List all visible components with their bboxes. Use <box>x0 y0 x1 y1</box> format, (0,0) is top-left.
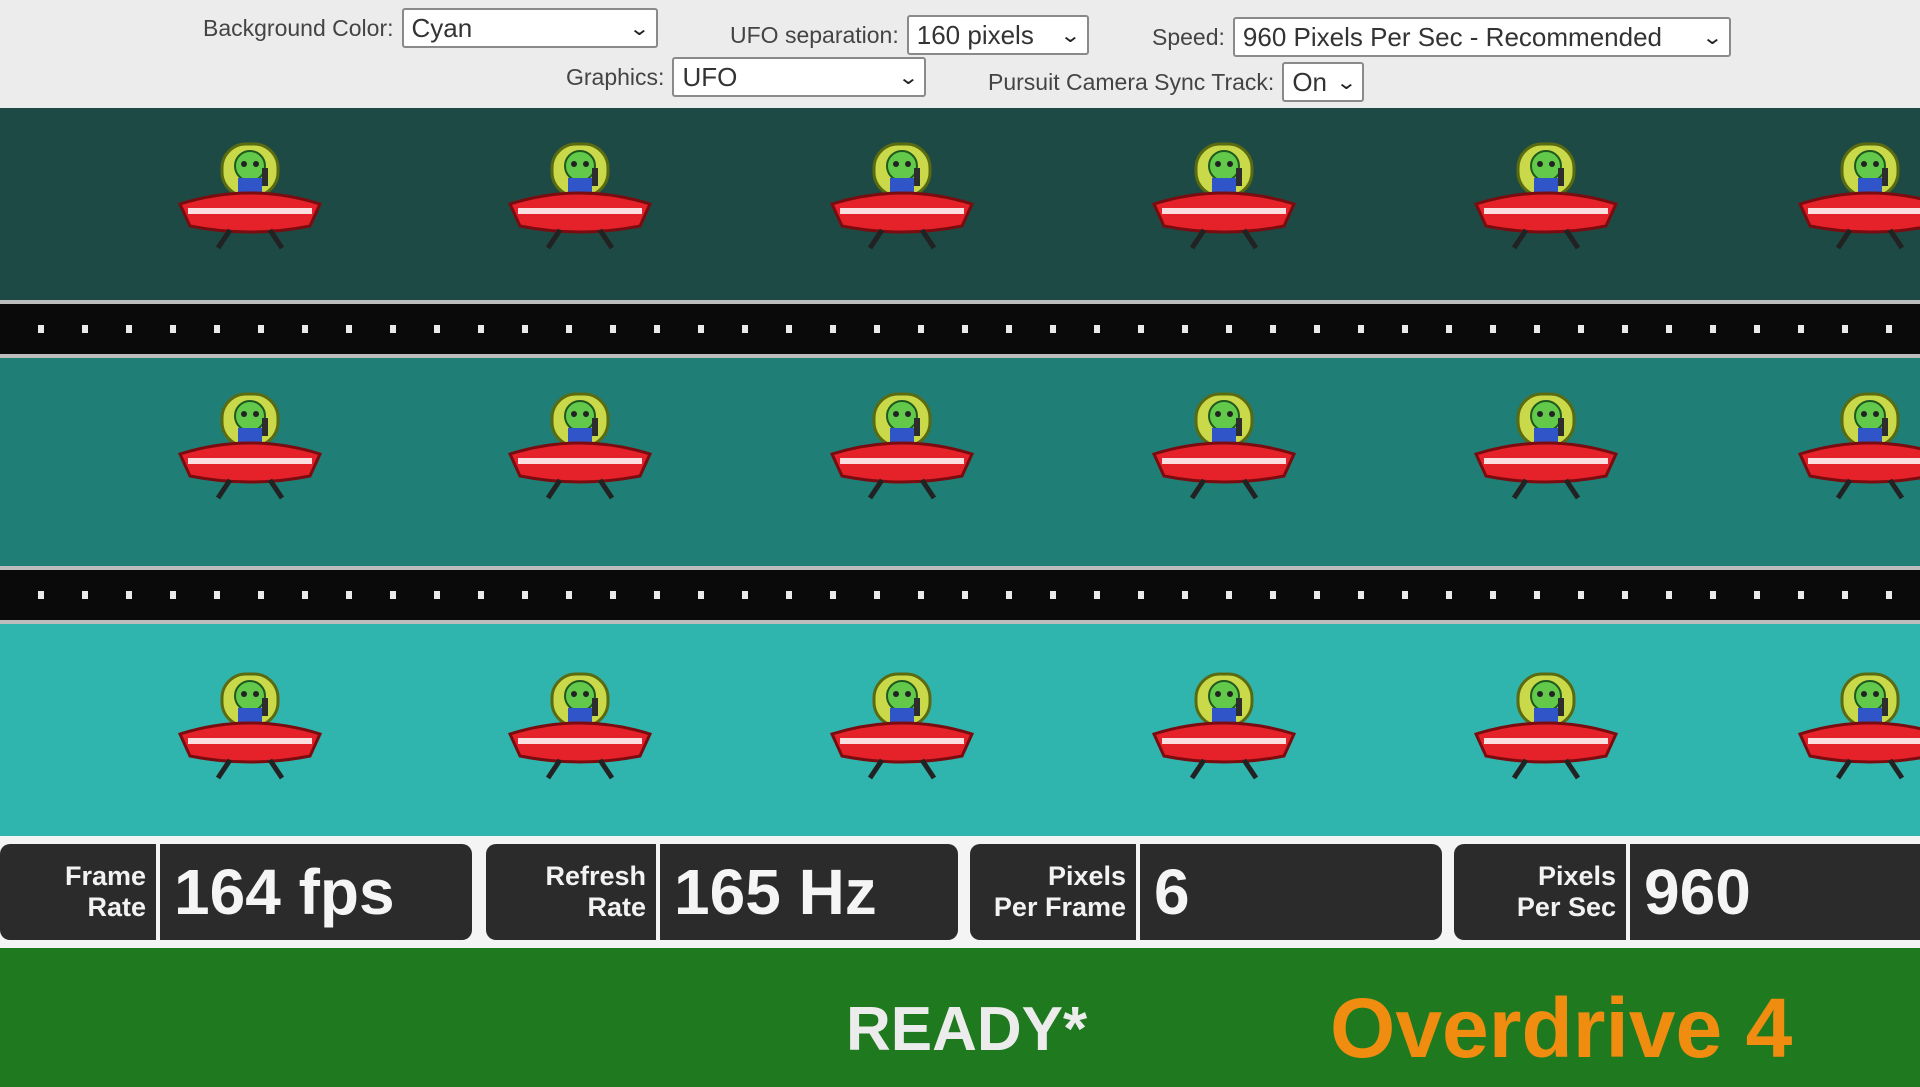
stat-value: 960 <box>1644 856 1751 928</box>
pursuit-camera-control: Pursuit Camera Sync Track: On ⌄ <box>988 62 1365 102</box>
stat-value: 164 fps <box>174 856 395 928</box>
stat-label: Refresh Rate <box>486 844 660 940</box>
speed-label: Speed: <box>1152 23 1225 50</box>
stat-frame-rate: Frame Rate 164 fps <box>0 844 472 940</box>
stat-label: Pixels Per Sec <box>1454 844 1630 940</box>
overdrive-caption: Overdrive 4 <box>1330 981 1793 1075</box>
stat-label-line2: Rate <box>587 892 646 922</box>
ufo-sprite <box>500 138 660 255</box>
stat-pixels-per-frame: Pixels Per Frame 6 <box>970 844 1442 940</box>
ufo-separation-select[interactable]: 160 pixels ⌄ <box>906 15 1089 55</box>
stat-label: Pixels Per Frame <box>970 844 1140 940</box>
ufo-sprite <box>822 668 982 785</box>
settings-bar: Background Color: Cyan ⌄ UFO separation:… <box>0 0 1920 108</box>
stat-label-line1: Frame <box>64 861 146 891</box>
ufo-separation-value: 160 pixels <box>916 19 1034 50</box>
background-color-select[interactable]: Cyan ⌄ <box>401 8 658 48</box>
chevron-down-icon: ⌄ <box>897 66 919 89</box>
graphics-value: UFO <box>682 61 738 92</box>
background-color-value: Cyan <box>411 12 473 43</box>
ufo-sprite <box>170 668 330 785</box>
stat-label-line1: Refresh <box>545 861 646 891</box>
ufo-separation-control: UFO separation: 160 pixels ⌄ <box>730 15 1089 55</box>
ufo-sprite <box>1790 138 1920 255</box>
stat-value: 165 Hz <box>674 856 877 928</box>
chevron-down-icon: ⌄ <box>1701 26 1724 49</box>
ufo-sprite <box>1466 388 1626 505</box>
ufo-sprite <box>500 668 660 785</box>
ufo-sprite <box>1790 668 1920 785</box>
speed-value: 960 Pixels Per Sec - Recommended <box>1242 21 1662 52</box>
ufo-sprite <box>1466 138 1626 255</box>
sync-track-1 <box>0 300 1920 358</box>
stat-refresh-rate: Refresh Rate 165 Hz <box>486 844 958 940</box>
pursuit-camera-select[interactable]: On ⌄ <box>1282 62 1365 102</box>
lane-medium-cyan <box>0 358 1920 566</box>
ufo-sprite <box>1144 668 1304 785</box>
sync-track-2 <box>0 566 1920 624</box>
graphics-label: Graphics: <box>566 63 665 90</box>
ufo-sprite <box>1790 388 1920 505</box>
background-color-control: Background Color: Cyan ⌄ <box>203 8 658 48</box>
ready-status: READY* <box>846 995 1088 1064</box>
background-color-label: Background Color: <box>203 14 394 41</box>
stat-label-line1: Pixels <box>1537 861 1616 891</box>
stat-value: 6 <box>1154 856 1190 928</box>
ufo-sprite <box>170 138 330 255</box>
ufo-separation-label: UFO separation: <box>730 21 899 48</box>
graphics-select[interactable]: UFO ⌄ <box>672 57 927 97</box>
lane-light-cyan <box>0 624 1920 836</box>
stat-label-line2: Per Sec <box>1516 892 1616 922</box>
stat-label-line2: Per Frame <box>993 892 1126 922</box>
ufo-sprite <box>1144 388 1304 505</box>
chevron-down-icon: ⌄ <box>628 17 651 40</box>
ufo-sprite <box>822 138 982 255</box>
chevron-down-icon: ⌄ <box>1335 71 1357 94</box>
chevron-down-icon: ⌄ <box>1059 24 1082 47</box>
ufo-sprite <box>1144 138 1304 255</box>
ufo-sprite <box>500 388 660 505</box>
stat-label-line1: Pixels <box>1047 861 1126 891</box>
stat-label: Frame Rate <box>0 844 160 940</box>
graphics-control: Graphics: UFO ⌄ <box>566 57 927 97</box>
ufo-sprite <box>170 388 330 505</box>
stats-bar: Frame Rate 164 fps Refresh Rate 165 Hz P… <box>0 836 1920 948</box>
ufo-sprite <box>822 388 982 505</box>
pursuit-camera-value: On <box>1292 66 1327 97</box>
pursuit-camera-label: Pursuit Camera Sync Track: <box>988 68 1275 95</box>
lane-dark-cyan <box>0 108 1920 304</box>
speed-control: Speed: 960 Pixels Per Sec - Recommended … <box>1152 17 1731 57</box>
stat-pixels-per-sec: Pixels Per Sec 960 <box>1454 844 1920 940</box>
ufo-sprite <box>1466 668 1626 785</box>
speed-select[interactable]: 960 Pixels Per Sec - Recommended ⌄ <box>1232 17 1731 57</box>
stat-label-line2: Rate <box>87 892 146 922</box>
